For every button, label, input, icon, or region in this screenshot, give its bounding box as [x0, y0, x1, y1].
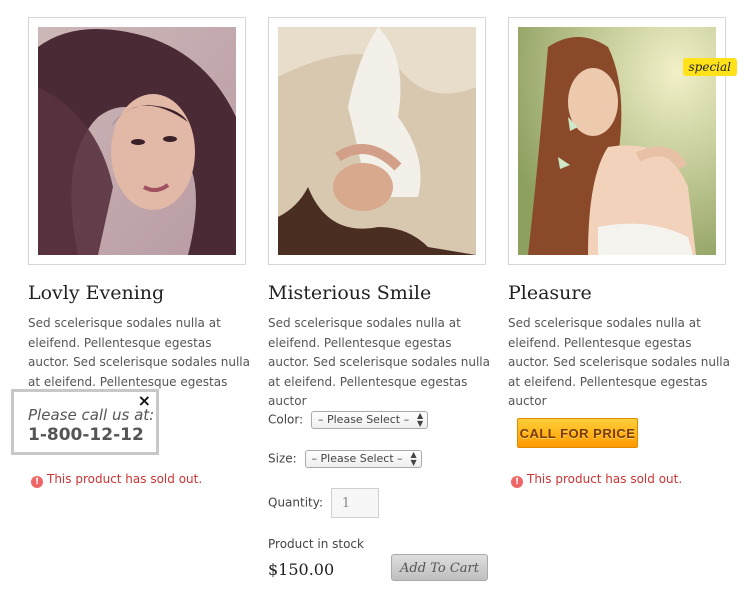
- size-option-row: Size: – Please Select – ▲ ▼: [268, 450, 422, 468]
- product-photo-image: [38, 27, 236, 255]
- sold-out-message: ! This product has sold out.: [511, 472, 682, 488]
- select-arrows-icon: ▲ ▼: [416, 411, 424, 428]
- product-price: $150.00: [268, 560, 335, 579]
- product-photo-image: [278, 27, 476, 255]
- color-select-value: – Please Select –: [318, 413, 410, 426]
- call-for-price-button[interactable]: CALL FOR PRICE: [517, 418, 638, 448]
- color-option-row: Color: – Please Select – ▲ ▼: [268, 411, 429, 429]
- size-label: Size:: [268, 451, 297, 466]
- size-select[interactable]: – Please Select – ▲ ▼: [304, 450, 422, 468]
- sold-out-message: ! This product has sold out.: [31, 472, 202, 488]
- product-title[interactable]: Pleasure: [508, 282, 592, 304]
- select-arrows-icon: ▲ ▼: [410, 450, 417, 467]
- warning-icon: !: [511, 476, 523, 488]
- product-card-pleasure: special Pleasure Sed scelerisque sodales…: [508, 17, 737, 408]
- product-image-frame[interactable]: [28, 17, 246, 265]
- quantity-input[interactable]: 1: [330, 488, 379, 518]
- call-us-popup: × Please call us at: 1-800-12-12: [11, 389, 159, 455]
- product-photo[interactable]: [38, 27, 236, 255]
- product-title[interactable]: Misterious Smile: [268, 282, 431, 304]
- quantity-row: Quantity: 1: [268, 488, 379, 518]
- product-image-frame[interactable]: special: [508, 17, 737, 265]
- product-description: Sed scelerisque sodales nulla at eleifen…: [508, 316, 730, 408]
- product-description: Sed scelerisque sodales nulla at eleifen…: [268, 316, 490, 408]
- product-image-frame[interactable]: [268, 17, 486, 265]
- stock-status: Product in stock: [268, 537, 364, 551]
- warning-icon: !: [31, 476, 43, 488]
- sold-out-text: This product has sold out.: [527, 472, 683, 486]
- quantity-label: Quantity:: [268, 495, 324, 510]
- product-card-misterious-smile: Misterious Smile Sed scelerisque sodales…: [268, 17, 490, 408]
- popup-phone-number: 1-800-12-12: [28, 425, 144, 445]
- product-title[interactable]: Lovly Evening: [28, 282, 164, 304]
- product-photo[interactable]: [278, 27, 476, 255]
- size-select-value: – Please Select –: [311, 452, 403, 465]
- color-label: Color:: [268, 412, 304, 427]
- special-badge: special: [682, 58, 737, 76]
- color-select[interactable]: – Please Select – ▲ ▼: [311, 411, 429, 429]
- sold-out-text: This product has sold out.: [47, 472, 203, 486]
- add-to-cart-button[interactable]: Add To Cart: [391, 554, 488, 581]
- close-icon[interactable]: ×: [138, 391, 151, 410]
- product-card-lovly-evening: Lovly Evening Sed scelerisque sodales nu…: [28, 17, 250, 408]
